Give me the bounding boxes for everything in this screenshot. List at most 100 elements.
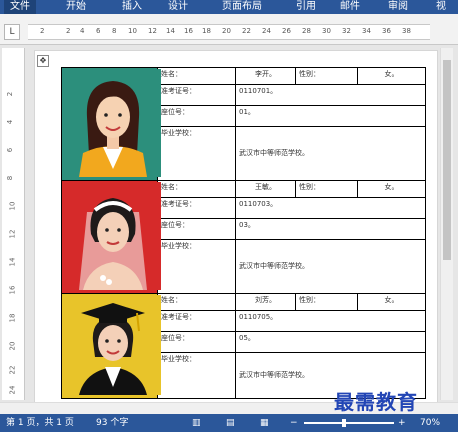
tab-review[interactable]: 审阅	[388, 0, 408, 14]
seat-no-value[interactable]: 05。	[235, 330, 426, 353]
ruler-tick: 28	[302, 27, 311, 35]
name-value[interactable]: 王敏。	[235, 180, 296, 198]
gender-label: 性别：	[295, 293, 358, 311]
tab-design[interactable]: 设计	[168, 0, 188, 14]
ruler-tick: 12	[8, 229, 17, 239]
ruler-tick: 24	[8, 385, 17, 395]
ruler-tick: 14	[8, 257, 17, 267]
student-form-table: 姓名： 李开。 性别： 女。 准考证号： 0110701。 座位号： 01。 毕…	[61, 67, 426, 400]
exam-no-value[interactable]: 0110703。	[235, 196, 426, 219]
ruler-tick: 22	[8, 365, 17, 375]
seat-no-label: 座位号：	[157, 217, 236, 240]
ruler-tick: 22	[242, 27, 251, 35]
name-value[interactable]: 李开。	[235, 67, 296, 85]
ruler-tick: 4	[80, 27, 85, 35]
seat-no-label: 座位号：	[157, 104, 236, 127]
document-area: ✥ 姓名： 李开。 性别： 女。 准考证号： 0110701。 座位号： 01。…	[26, 46, 440, 412]
ruler-tick: 36	[382, 27, 391, 35]
tab-insert[interactable]: 插入	[122, 0, 142, 14]
ruler-tick: 10	[128, 27, 137, 35]
ruler-tick: 18	[8, 313, 17, 323]
ruler-tick: 14	[166, 27, 175, 35]
ruler-tick: 2	[40, 27, 45, 35]
gender-value[interactable]: 女。	[357, 67, 426, 85]
zoom-out-icon[interactable]: −	[290, 414, 298, 432]
vertical-ruler[interactable]: 2 4 6 8 10 12 14 16 18 20 22 24	[2, 48, 25, 400]
tab-selector[interactable]: L	[4, 24, 20, 40]
exam-no-label: 准考证号：	[157, 309, 236, 332]
ruler-tick: 34	[362, 27, 371, 35]
ruler-tick: 24	[262, 27, 271, 35]
gender-value[interactable]: 女。	[357, 293, 426, 311]
school-label: 毕业学校：	[157, 351, 236, 400]
tab-view[interactable]: 视	[436, 0, 446, 14]
tab-file[interactable]: 文件	[4, 0, 36, 14]
ruler-tick: 8	[6, 175, 15, 181]
school-label: 毕业学校：	[157, 125, 236, 182]
ribbon: 文件 开始 插入 设计 页面布局 引用 邮件 审阅 视	[0, 0, 458, 14]
ruler-tick: 26	[282, 27, 291, 35]
seat-no-value[interactable]: 03。	[235, 217, 426, 240]
word-count[interactable]: 93 个字	[96, 414, 128, 432]
watermark-logo: 最需教育	[334, 390, 418, 414]
exam-no-label: 准考证号：	[157, 196, 236, 219]
ruler-tick: 16	[184, 27, 193, 35]
ruler-tick: 8	[112, 27, 117, 35]
ruler-tick: 6	[96, 27, 101, 35]
ruler-tick: 18	[202, 27, 211, 35]
ruler-tick: 32	[342, 27, 351, 35]
zoom-slider[interactable]	[304, 422, 394, 424]
status-bar: 第 1 页，共 1 页 93 个字 ▥ ▤ ▦ − + 70%	[0, 414, 458, 432]
ruler-tick: 4	[6, 119, 15, 125]
tab-mailings[interactable]: 邮件	[340, 0, 360, 14]
school-value[interactable]: 武汉市中等师范学校。	[235, 238, 426, 295]
table-row: 姓名： 王敏。 性别： 女。	[61, 180, 426, 294]
name-label: 姓名：	[157, 67, 236, 85]
zoom-level[interactable]: 70%	[420, 414, 440, 432]
scroll-thumb[interactable]	[443, 60, 451, 260]
gender-label: 性别：	[295, 67, 358, 85]
ruler-tick: 10	[8, 201, 17, 211]
ruler-tick: 6	[6, 147, 15, 153]
ruler-tick: 20	[222, 27, 231, 35]
ruler-tick: 20	[8, 341, 17, 351]
gender-value[interactable]: 女。	[357, 180, 426, 198]
web-layout-icon[interactable]: ▦	[260, 414, 269, 432]
zoom-in-icon[interactable]: +	[398, 414, 406, 432]
page[interactable]: ✥ 姓名： 李开。 性别： 女。 准考证号： 0110701。 座位号： 01。…	[34, 50, 438, 412]
ruler-tick: 2	[6, 91, 15, 97]
exam-no-value[interactable]: 0110705。	[235, 309, 426, 332]
seat-no-label: 座位号：	[157, 330, 236, 353]
gender-label: 性别：	[295, 180, 358, 198]
tab-references[interactable]: 引用	[296, 0, 316, 14]
ruler-tick: 38	[402, 27, 411, 35]
name-label: 姓名：	[157, 180, 236, 198]
exam-no-label: 准考证号：	[157, 83, 236, 106]
ruler-tick: 30	[322, 27, 331, 35]
school-value[interactable]: 武汉市中等师范学校。	[235, 125, 426, 182]
school-label: 毕业学校：	[157, 238, 236, 295]
seat-no-value[interactable]: 01。	[235, 104, 426, 127]
horizontal-ruler[interactable]: 2 2 4 6 8 10 12 14 16 18 20 22 24 26 28 …	[28, 24, 430, 40]
vertical-scrollbar[interactable]	[440, 48, 453, 400]
read-mode-icon[interactable]: ▥	[192, 414, 201, 432]
zoom-slider-thumb[interactable]	[342, 419, 346, 427]
exam-no-value[interactable]: 0110701。	[235, 83, 426, 106]
name-label: 姓名：	[157, 293, 236, 311]
tab-home[interactable]: 开始	[66, 0, 86, 14]
photo-cell[interactable]	[61, 180, 161, 294]
student-photo	[65, 295, 161, 395]
photo-cell[interactable]	[61, 67, 161, 181]
ruler-tick: 12	[148, 27, 157, 35]
table-move-handle[interactable]: ✥	[37, 55, 49, 67]
table-row: 姓名： 刘芳。 性别： 女。	[61, 293, 426, 399]
table-row: 姓名： 李开。 性别： 女。	[61, 67, 426, 181]
student-photo	[65, 69, 161, 177]
print-layout-icon[interactable]: ▤	[226, 414, 235, 432]
page-indicator[interactable]: 第 1 页，共 1 页	[6, 414, 74, 432]
ruler-tick: 2	[66, 27, 71, 35]
name-value[interactable]: 刘芳。	[235, 293, 296, 311]
photo-cell[interactable]	[61, 293, 161, 399]
tab-layout[interactable]: 页面布局	[222, 0, 262, 14]
ruler-tick: 16	[8, 285, 17, 295]
